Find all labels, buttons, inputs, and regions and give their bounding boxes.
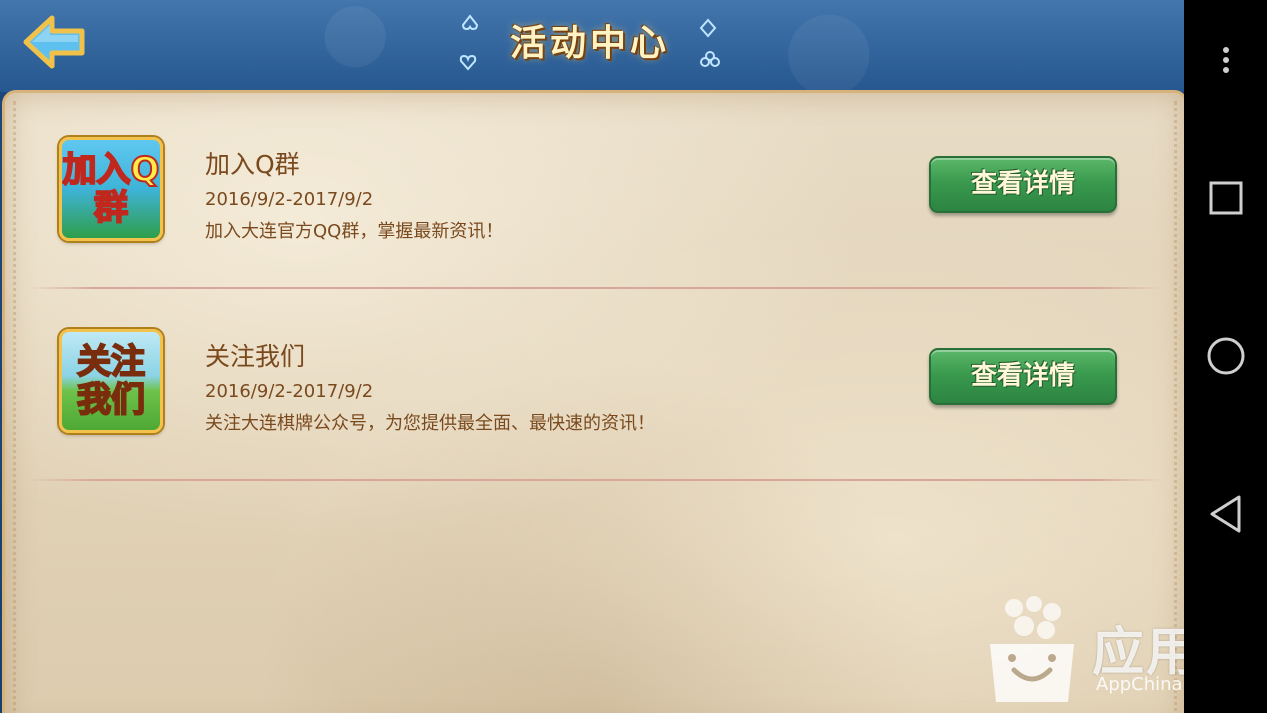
follow-us-icon: 关注我们 — [59, 329, 163, 433]
home-circle-icon[interactable] — [1204, 334, 1248, 378]
activity-row: 关注我们 关注我们 2016/9/2-2017/9/2 关注大连棋牌公众号，为您… — [25, 285, 1165, 475]
activity-date: 2016/9/2-2017/9/2 — [205, 189, 374, 210]
game-screen: 活动中心 加入Q群 加入Q群 2016/9/2-2017/9/2 加入大连官方Q… — [0, 0, 1184, 713]
android-nav-bar — [1184, 0, 1267, 713]
join-qq-group-icon: 加入Q群 — [59, 137, 163, 241]
icon-label: 加入Q群 — [62, 150, 160, 228]
top-bar: 活动中心 — [0, 0, 1184, 92]
activity-title: 关注我们 — [205, 342, 306, 371]
activity-description: 关注大连棋牌公众号，为您提供最全面、最快速的资讯！ — [205, 413, 655, 434]
page-title: 活动中心 — [509, 23, 670, 64]
watermark-site: AppChina.com — [1096, 674, 1184, 695]
activity-date: 2016/9/2-2017/9/2 — [205, 381, 374, 402]
shopping-bag-logo-icon — [990, 596, 1074, 702]
appchina-watermark: 应用汇 AppChina.com — [980, 592, 1184, 713]
view-details-button[interactable]: 查看详情 — [929, 348, 1117, 405]
view-details-button[interactable]: 查看详情 — [929, 156, 1117, 213]
more-vert-icon[interactable] — [1204, 38, 1248, 82]
back-triangle-icon[interactable] — [1204, 492, 1248, 536]
back-arrow-icon — [23, 15, 85, 69]
recents-square-icon[interactable] — [1204, 176, 1248, 220]
activity-row: 加入Q群 加入Q群 2016/9/2-2017/9/2 加入大连官方QQ群，掌握… — [25, 93, 1165, 283]
row-divider — [27, 479, 1163, 481]
icon-label: 关注我们 — [76, 342, 146, 420]
activity-title: 加入Q群 — [205, 150, 300, 179]
back-arrow-button[interactable] — [22, 12, 88, 72]
activity-description: 加入大连官方QQ群，掌握最新资讯！ — [205, 221, 504, 242]
